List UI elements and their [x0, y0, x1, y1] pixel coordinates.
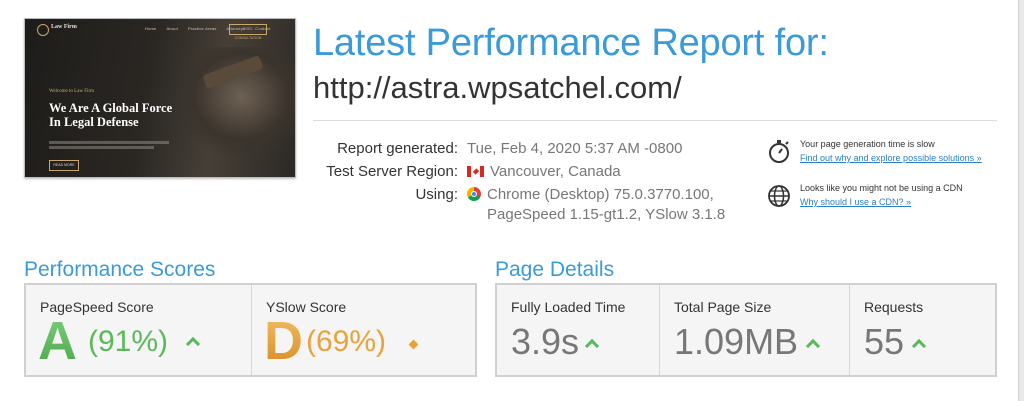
page-details-title: Page Details — [495, 258, 615, 281]
fully-loaded-cell[interactable]: Fully Loaded Time 3.9s — [497, 285, 659, 375]
performance-scores-panel: PageSpeed Score A (91%) YSlow Score D (6… — [24, 283, 477, 377]
thumbnail-body-text — [49, 141, 169, 144]
thumbnail-headline: We Are A Global Force In Legal Defense — [49, 101, 172, 129]
trend-up-icon — [805, 338, 821, 354]
report-generated-value: Tue, Feb 4, 2020 5:37 AM -0800 — [467, 140, 683, 157]
page-title: Latest Performance Report for: — [313, 22, 829, 64]
trend-up-icon — [584, 338, 600, 354]
thumbnail-cta: FREE CONSULTATION — [229, 24, 267, 40]
trend-up-icon — [185, 336, 201, 352]
requests-label: Requests — [864, 299, 924, 315]
fully-loaded-label: Fully Loaded Time — [511, 299, 626, 315]
thumbnail-body-text — [49, 146, 154, 149]
trend-up-icon — [911, 338, 927, 354]
server-region-value: Vancouver, Canada — [490, 163, 621, 180]
using-value-line1: Chrome (Desktop) 75.0.3770.100, — [487, 186, 714, 203]
logo-icon — [37, 24, 49, 36]
server-region-label: Test Server Region: — [326, 163, 458, 180]
tip-generation-text: Your page generation time is slow — [800, 139, 935, 149]
yslow-grade: D — [264, 311, 303, 371]
chrome-icon — [467, 187, 481, 201]
thumbnail-headline-line2: In Legal Defense — [49, 115, 139, 129]
site-screenshot-thumbnail[interactable]: Law Firm Home About Practice Areas Attorney… — [24, 18, 296, 178]
pagespeed-percent: (91%) — [88, 325, 169, 358]
fully-loaded-value: 3.9s — [511, 321, 580, 362]
pagespeed-score-cell[interactable]: PageSpeed Score A (91%) — [26, 285, 251, 375]
thumbnail-headline-line1: We Are A Global Force — [49, 101, 173, 115]
globe-icon — [768, 185, 790, 207]
tip-cdn-link[interactable]: Why should I use a CDN? » — [800, 197, 911, 207]
thumbnail-menu-item: About — [166, 26, 178, 31]
page-details-panel: Fully Loaded Time 3.9s Total Page Size 1… — [495, 283, 997, 377]
performance-scores-title: Performance Scores — [24, 258, 216, 281]
thumbnail-menu-item: Home — [145, 26, 157, 31]
page-size-label: Total Page Size — [674, 299, 772, 315]
using-value-line2: PageSpeed 1.15-gt1.2, YSlow 3.1.8 — [487, 206, 726, 223]
using-label: Using: — [415, 186, 458, 203]
report-url[interactable]: http://astra.wpsatchel.com/ — [313, 70, 682, 106]
trend-neutral-icon — [408, 339, 419, 350]
canada-flag-icon — [467, 166, 484, 177]
tip-cdn-text: Looks like you might not be using a CDN — [800, 183, 963, 193]
report-generated-label: Report generated: — [337, 140, 458, 157]
requests-cell[interactable]: Requests 55 — [849, 285, 995, 375]
thumbnail-nav: Law Firm Home About Practice Areas Attorney… — [25, 19, 295, 40]
yslow-percent: (69%) — [306, 325, 387, 358]
requests-value: 55 — [864, 321, 905, 362]
stopwatch-icon — [769, 140, 789, 163]
tip-generation-link[interactable]: Find out why and explore possible soluti… — [800, 153, 982, 163]
yslow-score-cell[interactable]: YSlow Score D (69%) — [251, 285, 475, 375]
thumbnail-welcome: Welcome to Law Firm — [49, 89, 95, 94]
thumbnail-logo-text: Law Firm — [51, 24, 77, 30]
thumbnail-button: READ MORE — [49, 160, 79, 171]
report-page: Law Firm Home About Practice Areas Attorney… — [0, 0, 1019, 401]
page-size-cell[interactable]: Total Page Size 1.09MB — [659, 285, 849, 375]
pagespeed-grade: A — [38, 311, 77, 371]
server-region-value-wrap: Vancouver, Canada — [467, 163, 621, 180]
using-value-wrap: Chrome (Desktop) 75.0.3770.100, — [467, 186, 714, 203]
divider — [313, 120, 997, 121]
thumbnail-menu-item: Practice Areas — [187, 26, 217, 31]
page-size-value: 1.09MB — [674, 321, 799, 362]
